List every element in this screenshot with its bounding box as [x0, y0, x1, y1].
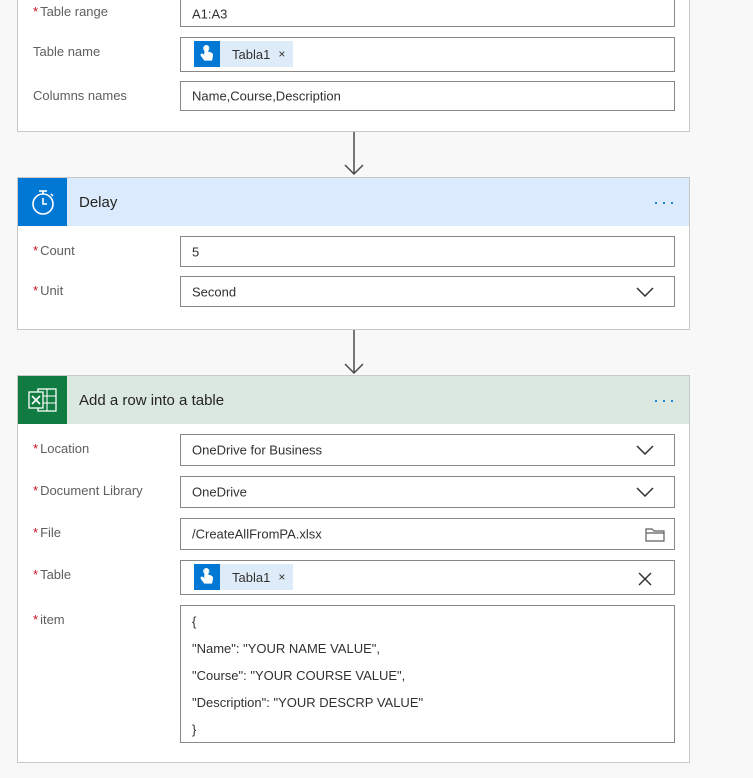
remove-token-icon[interactable]: × — [278, 47, 285, 61]
table-row: * Table Tabla1 × — [18, 560, 689, 596]
delay-icon-tile — [18, 178, 67, 226]
item-textarea[interactable]: { "Name": "YOUR NAME VALUE", "Course": "… — [180, 605, 675, 743]
remove-token-icon[interactable]: × — [278, 570, 285, 584]
item-line: "Course": "YOUR COURSE VALUE", — [192, 668, 406, 683]
folder-icon[interactable] — [645, 527, 665, 542]
chevron-down-icon[interactable] — [636, 286, 654, 297]
columns-names-label: Columns names — [33, 88, 127, 103]
location-label: * Location — [33, 441, 90, 456]
table-range-row: * Table range A1:A3 — [18, 0, 689, 30]
chevron-down-icon[interactable] — [636, 445, 654, 455]
delay-card: Delay ··· * Count 5 * Unit Second — [17, 177, 690, 330]
add-row-title: Add a row into a table — [79, 391, 225, 409]
file-row: * File /CreateAllFromPA.xlsx — [18, 518, 689, 551]
table-range-value: A1:A3 — [192, 6, 228, 22]
item-line: } — [192, 722, 197, 737]
manual-trigger-icon — [194, 41, 220, 67]
flow-arrow-down-icon — [344, 132, 364, 176]
table-token-label: Tabla1 — [232, 569, 271, 585]
clear-icon[interactable] — [638, 572, 652, 586]
item-row: * item { "Name": "YOUR NAME VALUE", "Cour… — [18, 605, 689, 745]
document-library-value: OneDrive — [192, 484, 247, 500]
add-row-card-header[interactable]: Add a row into a table ··· — [18, 376, 689, 424]
location-row: * Location OneDrive for Business — [18, 434, 689, 467]
unit-row: * Unit Second — [18, 276, 689, 308]
table-range-input[interactable]: A1:A3 — [180, 0, 675, 27]
table-name-input[interactable]: Tabla1 × — [180, 37, 675, 72]
count-value: 5 — [192, 244, 200, 259]
document-library-row: * Document Library OneDrive — [18, 476, 689, 509]
file-input[interactable]: /CreateAllFromPA.xlsx — [180, 518, 675, 550]
item-line: "Name": "YOUR NAME VALUE", — [192, 641, 380, 656]
columns-names-row: Columns names Name,Course,Description — [18, 81, 689, 113]
table-input[interactable]: Tabla1 × — [180, 560, 675, 595]
location-select[interactable]: OneDrive for Business — [180, 434, 675, 466]
delay-more-options-icon[interactable]: ··· — [651, 190, 679, 214]
document-library-select[interactable]: OneDrive — [180, 476, 675, 508]
unit-select[interactable]: Second — [180, 276, 675, 307]
stopwatch-icon — [31, 190, 54, 215]
unit-value: Second — [192, 284, 237, 299]
table-name-token-label: Tabla1 — [232, 46, 271, 62]
excel-icon — [27, 388, 57, 412]
item-label: * item — [33, 612, 65, 627]
table-label: * Table — [33, 567, 72, 582]
count-row: * Count 5 — [18, 236, 689, 268]
item-line: "Description": "YOUR DESCRP VALUE" — [192, 695, 424, 710]
add-row-card: Add a row into a table ··· * Location One… — [17, 375, 690, 763]
columns-names-input[interactable]: Name,Course,Description — [180, 81, 675, 111]
excel-action-card-top: * Table range A1:A3 Table name Tabla1 × C… — [17, 0, 690, 132]
table-name-token[interactable]: Tabla1 × — [194, 41, 294, 67]
unit-label: * Unit — [33, 283, 64, 298]
table-range-label: * Table range — [33, 4, 109, 19]
delay-card-header[interactable]: Delay ··· — [18, 178, 689, 226]
manual-trigger-icon — [194, 564, 220, 590]
table-name-row: Table name Tabla1 × — [18, 37, 689, 73]
excel-icon-tile — [18, 376, 67, 424]
table-token[interactable]: Tabla1 × — [194, 564, 294, 590]
flow-arrow-down-icon — [344, 330, 364, 375]
item-line: { — [192, 614, 197, 629]
file-value: /CreateAllFromPA.xlsx — [192, 526, 322, 542]
file-label: * File — [33, 525, 62, 540]
count-label: * Count — [33, 243, 75, 258]
columns-names-value: Name,Course,Description — [192, 88, 341, 104]
chevron-down-icon[interactable] — [636, 487, 654, 497]
location-value: OneDrive for Business — [192, 442, 323, 458]
count-input[interactable]: 5 — [180, 236, 675, 267]
table-name-label: Table name — [33, 44, 101, 59]
delay-title: Delay — [79, 193, 118, 211]
add-row-more-options-icon[interactable]: ··· — [651, 388, 679, 412]
document-library-label: * Document Library — [33, 483, 143, 498]
